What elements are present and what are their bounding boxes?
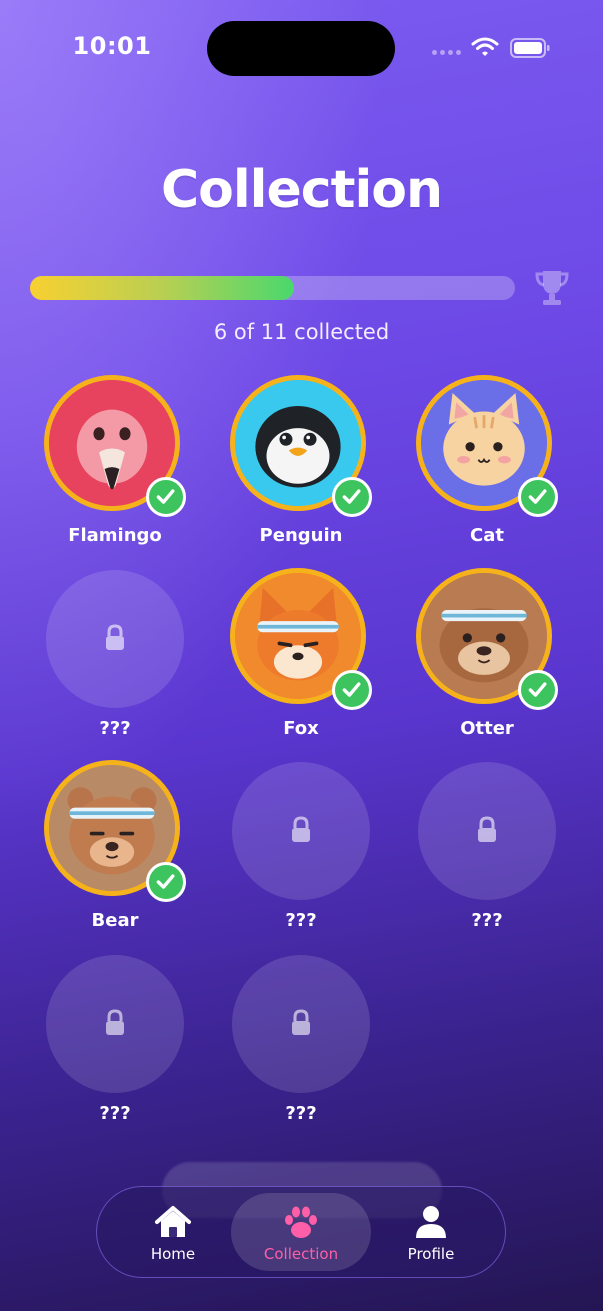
- page-title: Collection: [160, 160, 443, 220]
- paw-icon: [281, 1203, 321, 1241]
- collected-check-icon: [518, 670, 558, 710]
- trophy-icon[interactable]: [534, 268, 570, 308]
- dynamic-island: [207, 21, 395, 76]
- tab-profile[interactable]: Profile: [361, 1193, 501, 1271]
- collection-progress-bar: [30, 276, 515, 300]
- collected-check-icon: [146, 862, 186, 902]
- collected-check-icon: [146, 477, 186, 517]
- battery-icon: [510, 38, 550, 58]
- locked-slot: [232, 955, 370, 1093]
- collection-item-fox[interactable]: Fox: [226, 568, 376, 758]
- item-label: ???: [285, 1103, 317, 1124]
- collection-item-flamingo[interactable]: Flamingo: [40, 375, 190, 565]
- item-label: ???: [471, 910, 503, 931]
- locked-slot: [232, 762, 370, 900]
- progress-fill: [30, 276, 295, 300]
- collected-check-icon: [518, 477, 558, 517]
- locked-slot: [46, 955, 184, 1093]
- item-label: Fox: [283, 718, 319, 739]
- lock-icon: [105, 624, 125, 652]
- lock-icon: [291, 816, 311, 844]
- item-label: Bear: [91, 910, 139, 931]
- tab-label: Collection: [263, 1245, 339, 1263]
- item-label: ???: [285, 910, 317, 931]
- collection-item-bear[interactable]: Bear: [40, 760, 190, 950]
- collection-screen: 10:01 Collection 6 of 11 collected Flami…: [0, 0, 603, 1311]
- cellular-signal-icon: [432, 48, 462, 56]
- collection-item-locked[interactable]: ???: [40, 953, 190, 1143]
- item-label: Cat: [470, 525, 504, 546]
- status-time: 10:01: [72, 32, 152, 60]
- collection-item-penguin[interactable]: Penguin: [226, 375, 376, 565]
- lock-icon: [105, 1009, 125, 1037]
- collection-item-cat[interactable]: Cat: [412, 375, 562, 565]
- wifi-icon: [471, 36, 499, 58]
- status-bar: 10:01: [0, 0, 603, 96]
- progress-text: 6 of 11 collected: [213, 320, 390, 344]
- tab-bar: Home Collection Profile: [96, 1186, 506, 1278]
- collection-item-locked[interactable]: ???: [226, 953, 376, 1143]
- collection-item-locked[interactable]: ???: [226, 760, 376, 950]
- collection-item-locked[interactable]: ???: [40, 568, 190, 758]
- item-label: ???: [99, 1103, 131, 1124]
- collection-item-otter[interactable]: Otter: [412, 568, 562, 758]
- collected-check-icon: [332, 670, 372, 710]
- locked-slot: [46, 570, 184, 708]
- tab-collection[interactable]: Collection: [231, 1193, 371, 1271]
- item-label: Flamingo: [68, 525, 162, 546]
- tab-home[interactable]: Home: [103, 1193, 243, 1271]
- locked-slot: [418, 762, 556, 900]
- item-label: Penguin: [259, 525, 343, 546]
- tab-label: Home: [150, 1245, 196, 1263]
- item-label: ???: [99, 718, 131, 739]
- person-icon: [411, 1203, 451, 1241]
- tab-label: Profile: [407, 1245, 455, 1263]
- lock-icon: [477, 816, 497, 844]
- collected-check-icon: [332, 477, 372, 517]
- item-label: Otter: [460, 718, 514, 739]
- lock-icon: [291, 1009, 311, 1037]
- home-icon: [153, 1203, 193, 1241]
- collection-item-locked[interactable]: ???: [412, 760, 562, 950]
